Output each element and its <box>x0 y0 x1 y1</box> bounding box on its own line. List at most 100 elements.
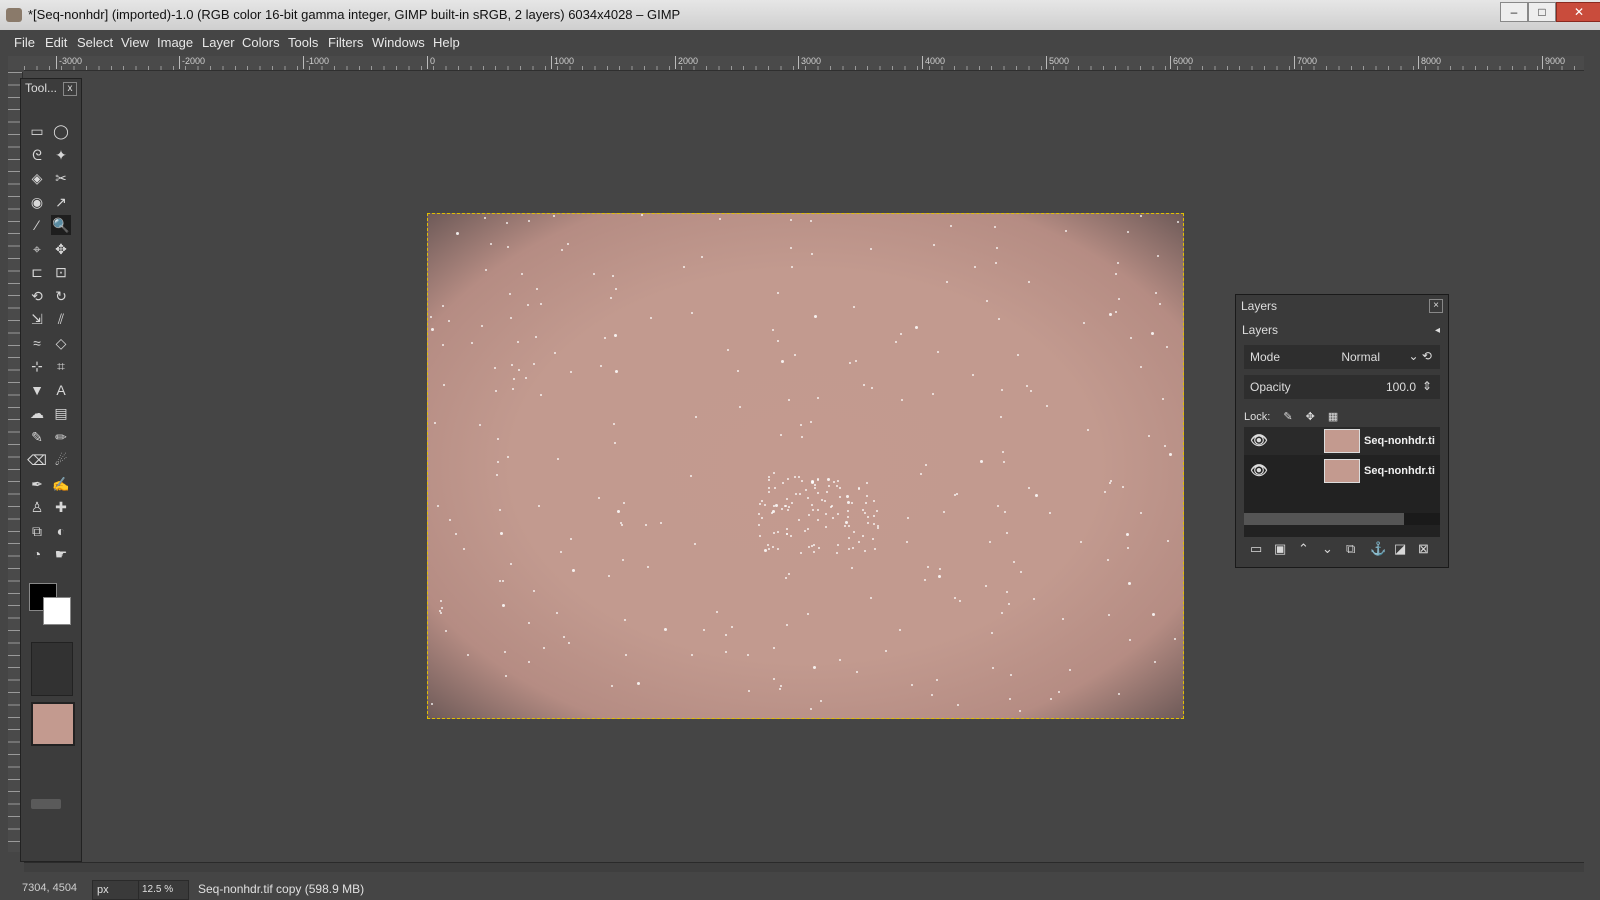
shear-icon[interactable]: ⫽ <box>51 309 71 329</box>
star-point <box>1169 453 1172 456</box>
unified-transform-icon[interactable]: ⟲ <box>27 286 47 306</box>
maximize-button[interactable]: □ <box>1528 2 1556 22</box>
tab-menu-icon[interactable]: ◂ <box>1435 325 1440 336</box>
blur-icon[interactable]: ◐ <box>51 521 71 541</box>
star-point <box>768 548 770 550</box>
ellipse-select-icon[interactable]: ◯ <box>51 121 71 141</box>
opacity-row[interactable]: Opacity 100.0 ⇕ <box>1244 375 1440 399</box>
visibility-eye-icon[interactable]: 👁 <box>1250 432 1268 449</box>
gradient-icon[interactable]: ▤ <box>51 403 71 423</box>
rect-select-icon[interactable]: ▭ <box>27 121 47 141</box>
ink-icon[interactable]: ✒ <box>27 474 47 494</box>
star-point <box>431 703 433 705</box>
menu-colors[interactable]: Colors <box>242 35 280 50</box>
zoom-selector[interactable]: 12.5 % <box>138 880 189 900</box>
new-group-icon[interactable]: ▣ <box>1274 541 1286 557</box>
image-thumbnail[interactable] <box>31 702 75 746</box>
horizontal-ruler[interactable]: -3000 -2000 -1000 0 1000 2000 3000 4000 … <box>24 56 1584 71</box>
warp-icon[interactable]: ≈ <box>27 333 47 353</box>
layer-row[interactable]: 👁 Seq-nonhdr.ti <box>1244 427 1440 455</box>
rotate-icon[interactable]: ↻ <box>51 286 71 306</box>
unit-selector[interactable]: px <box>92 880 140 900</box>
scale-icon[interactable]: ⇲ <box>27 309 47 329</box>
fuzzy-select-icon[interactable]: ✦ <box>51 145 71 165</box>
lower-layer-icon[interactable]: ⌄ <box>1322 541 1333 557</box>
menu-filters[interactable]: Filters <box>328 35 363 50</box>
menu-view[interactable]: View <box>121 35 149 50</box>
eraser-icon[interactable]: ⌫ <box>27 450 47 470</box>
star-point <box>811 545 813 547</box>
star-point <box>820 700 822 702</box>
measure-icon[interactable]: ⌖ <box>27 239 47 259</box>
delete-layer-icon[interactable]: ⊠ <box>1418 541 1429 557</box>
menu-windows[interactable]: Windows <box>372 35 425 50</box>
menu-file[interactable]: File <box>14 35 35 50</box>
anchor-layer-icon[interactable]: ⚓ <box>1370 541 1386 557</box>
layers-dock-close-icon[interactable]: × <box>1429 299 1443 313</box>
clone-icon[interactable]: ♙ <box>27 497 47 517</box>
menu-edit[interactable]: Edit <box>45 35 67 50</box>
lock-pixels-icon[interactable]: ✎ <box>1283 411 1292 423</box>
mode-value[interactable]: Normal <box>1341 350 1380 364</box>
brush-preview[interactable] <box>31 642 73 696</box>
heal-icon[interactable]: ✚ <box>51 497 71 517</box>
align-icon[interactable]: ⊏ <box>27 262 47 282</box>
layer-list-scrollbar[interactable] <box>1244 513 1440 525</box>
paintbrush-icon[interactable]: ✏ <box>51 427 71 447</box>
smudge2-icon[interactable]: ☛ <box>51 544 71 564</box>
menu-tools[interactable]: Tools <box>288 35 318 50</box>
smudge-icon[interactable]: ☁ <box>27 403 47 423</box>
mode-row[interactable]: Mode Normal ⌄ ⟲ <box>1244 345 1440 369</box>
crop-icon[interactable]: ⊡ <box>51 262 71 282</box>
free-select-icon[interactable]: ᘓ <box>27 145 47 165</box>
perspective-clone-icon[interactable]: ⧉ <box>27 521 47 541</box>
lock-alpha-icon[interactable]: ▦ <box>1328 411 1338 423</box>
layer-row[interactable]: 👁 Seq-nonhdr.ti <box>1244 457 1440 485</box>
star-point <box>936 679 938 681</box>
mask-layer-icon[interactable]: ◪ <box>1394 541 1406 557</box>
star-point <box>780 434 782 436</box>
visibility-eye-icon[interactable]: 👁 <box>1250 462 1268 479</box>
cage-icon[interactable]: ⌗ <box>51 356 71 376</box>
menu-help[interactable]: Help <box>433 35 460 50</box>
bucket-fill-icon[interactable]: ▼ <box>27 380 47 400</box>
image-canvas[interactable] <box>427 213 1184 719</box>
menu-image[interactable]: Image <box>157 35 193 50</box>
text-icon[interactable]: A <box>51 380 71 400</box>
layer-name[interactable]: Seq-nonhdr.ti <box>1364 435 1435 447</box>
lock-position-icon[interactable]: ✥ <box>1306 411 1315 423</box>
paths-icon[interactable]: ↗ <box>51 192 71 212</box>
background-color-swatch[interactable] <box>43 597 71 625</box>
star-point <box>927 566 929 568</box>
raise-layer-icon[interactable]: ⌃ <box>1298 541 1309 557</box>
move-icon[interactable]: ✥ <box>51 239 71 259</box>
menu-layer[interactable]: Layer <box>202 35 235 50</box>
star-point <box>795 493 797 495</box>
star-point <box>1046 405 1048 407</box>
color-picker-icon[interactable]: ⁄ <box>27 215 47 235</box>
duplicate-layer-icon[interactable]: ⧉ <box>1346 541 1355 557</box>
layer-name[interactable]: Seq-nonhdr.ti <box>1364 465 1435 477</box>
minimize-button[interactable]: – <box>1500 2 1528 22</box>
opacity-value[interactable]: 100.0 <box>1386 380 1416 394</box>
pencil-icon[interactable]: ✎ <box>27 427 47 447</box>
toolbox-close-icon[interactable]: x <box>63 82 77 96</box>
airbrush-icon[interactable]: ☄ <box>51 450 71 470</box>
select-by-color-icon[interactable]: ◈ <box>27 168 47 188</box>
layers-tab[interactable]: Layers <box>1242 323 1278 337</box>
ruler-corner-button[interactable] <box>8 56 24 70</box>
new-layer-icon[interactable]: ▭ <box>1250 541 1262 557</box>
mode-dropdown-icon[interactable]: ⌄ ⟲ <box>1409 349 1432 363</box>
scissors-select-icon[interactable]: ✂ <box>51 168 71 188</box>
menu-select[interactable]: Select <box>77 35 113 50</box>
mypaint-brush-icon[interactable]: ✍ <box>51 474 71 494</box>
dodge-icon[interactable]: ◔ <box>27 544 47 564</box>
close-button[interactable]: ✕ <box>1556 2 1600 22</box>
perspective-icon[interactable]: ◇ <box>51 333 71 353</box>
toolbox-slider[interactable] <box>31 799 61 809</box>
star-point <box>1140 366 1142 368</box>
foreground-select-icon[interactable]: ◉ <box>27 192 47 212</box>
zoom-icon[interactable]: 🔍 <box>51 215 71 235</box>
handle-transform-icon[interactable]: ⊹ <box>27 356 47 376</box>
opacity-spinner-icon[interactable]: ⇕ <box>1422 379 1432 393</box>
